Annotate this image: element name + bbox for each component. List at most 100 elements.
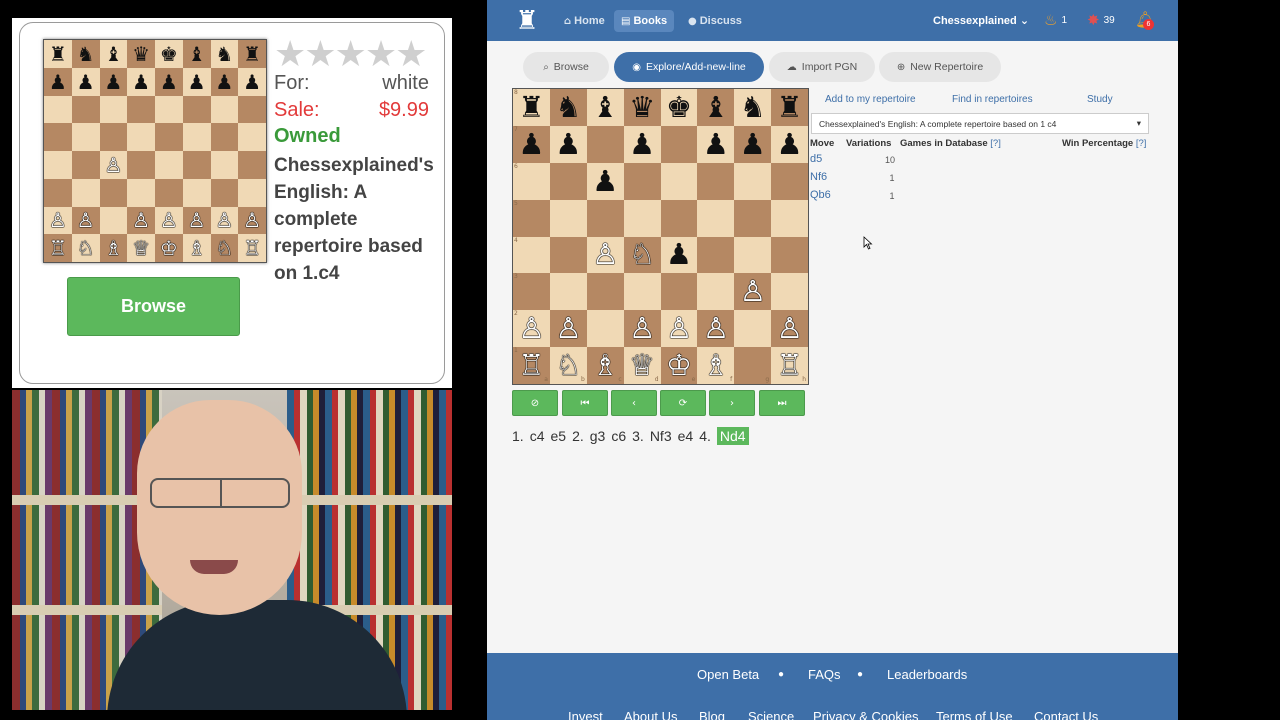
chess-piece-icon[interactable]: ♝ [703, 92, 729, 122]
board-square[interactable] [549, 199, 587, 237]
board-square[interactable] [660, 125, 698, 163]
board-square[interactable]: ♚ [660, 89, 698, 126]
board-square[interactable] [586, 199, 624, 237]
nav-home[interactable]: ⌂ Home [557, 10, 612, 32]
prev-move-button[interactable]: ‹ [611, 390, 657, 416]
footer-contact[interactable]: Contact Us [1034, 709, 1098, 720]
board-square[interactable]: ♙ 2 [513, 310, 550, 348]
games-help-link[interactable]: [?] [990, 138, 1001, 149]
footer-leaderboards[interactable]: Leaderboards [887, 667, 967, 682]
board-square[interactable] [586, 125, 624, 163]
chess-piece-icon[interactable]: ♙ [777, 314, 803, 343]
board-square[interactable]: ♙ [771, 310, 808, 348]
add-to-repertoire-link[interactable]: Add to my repertoire [825, 94, 916, 105]
chess-piece-icon[interactable]: ♝ [592, 92, 618, 122]
repertoire-select[interactable]: Chessexplained's English: A complete rep… [811, 113, 1149, 134]
board-square[interactable] [623, 273, 661, 311]
footer-faqs[interactable]: FAQs [808, 667, 841, 682]
board-square[interactable] [549, 236, 587, 274]
board-square[interactable]: ♕ d [623, 347, 661, 384]
board-square[interactable]: ♟ [734, 125, 772, 163]
footer-science[interactable]: Science [748, 709, 794, 720]
chess-piece-icon[interactable]: ♖ [777, 351, 803, 380]
candidate-move[interactable]: d5 [810, 153, 822, 165]
chess-piece-icon[interactable]: ♞ [740, 92, 766, 122]
chess-piece-icon[interactable]: ♖ [518, 351, 544, 380]
move-item[interactable]: c4 [530, 428, 545, 444]
board-square[interactable]: ♙ [549, 310, 587, 348]
tab-browse[interactable]: ⌕ Browse [523, 52, 609, 82]
board-square[interactable]: ♘ b [549, 347, 587, 384]
move-item[interactable]: e4 [678, 428, 694, 444]
board-square[interactable] [549, 162, 587, 200]
board-square[interactable]: ♛ [623, 89, 661, 126]
board-square[interactable] [697, 273, 735, 311]
board-square[interactable]: ♝ [586, 89, 624, 126]
chess-piece-icon[interactable]: ♜ [777, 92, 803, 122]
board-square[interactable] [697, 236, 735, 274]
win-help-link[interactable]: [?] [1136, 138, 1147, 149]
board-square[interactable] [734, 199, 772, 237]
board-square[interactable] [623, 199, 661, 237]
stat-gems[interactable]: ✸ 39 [1087, 11, 1115, 29]
chess-piece-icon[interactable]: ♙ [703, 314, 729, 343]
chess-piece-icon[interactable]: ♙ [666, 314, 692, 343]
board-square[interactable]: ♖ h [771, 347, 808, 384]
board-square[interactable]: 3 [513, 273, 550, 311]
board-square[interactable]: ♟ [771, 125, 808, 163]
chess-piece-icon[interactable]: ♟ [703, 129, 729, 159]
first-move-button[interactable]: ⏮ [562, 390, 608, 416]
chess-piece-icon[interactable]: ♟ [555, 129, 581, 159]
move-item[interactable]: Nf3 [650, 428, 672, 444]
nav-books[interactable]: ▤ Books [614, 10, 675, 32]
chess-piece-icon[interactable]: ♙ [592, 240, 618, 269]
footer-blog[interactable]: Blog [699, 709, 725, 720]
footer-privacy[interactable]: Privacy & Cookies [813, 709, 918, 720]
board-square[interactable]: ♗ f [697, 347, 735, 384]
board-square[interactable]: ♔ e [660, 347, 698, 384]
chess-piece-icon[interactable]: ♘ [629, 240, 655, 269]
board-square[interactable]: ♟ [623, 125, 661, 163]
board-square[interactable]: ♗ c [586, 347, 624, 384]
chess-piece-icon[interactable]: ♟ [629, 129, 655, 159]
board-square[interactable] [697, 162, 735, 200]
study-link[interactable]: Study [1087, 94, 1113, 105]
board-square[interactable]: ♙ [586, 236, 624, 274]
board-square[interactable]: ♖ 1 a [513, 347, 550, 384]
board-square[interactable]: ♙ [660, 310, 698, 348]
board-square[interactable]: ♙ [623, 310, 661, 348]
board-square[interactable]: ♟ [660, 236, 698, 274]
board-square[interactable] [549, 273, 587, 311]
chess-piece-icon[interactable]: ♜ [518, 92, 544, 122]
board-square[interactable]: ♟ [549, 125, 587, 163]
nav-discuss[interactable]: ● Discuss [681, 10, 749, 32]
footer-open-beta[interactable]: Open Beta [697, 667, 759, 682]
current-move[interactable]: Nd4 [716, 427, 749, 445]
next-move-button[interactable]: › [709, 390, 755, 416]
chess-piece-icon[interactable]: ♙ [740, 277, 766, 306]
find-in-repertoires-link[interactable]: Find in repertoires [952, 94, 1033, 105]
move-item[interactable]: e5 [550, 428, 566, 444]
board-square[interactable] [660, 162, 698, 200]
chess-piece-icon[interactable]: ♚ [666, 92, 692, 122]
footer-invest[interactable]: Invest [568, 709, 603, 720]
footer-terms[interactable]: Terms of Use [936, 709, 1013, 720]
board-square[interactable] [771, 162, 808, 200]
rating-stars[interactable]: ★★★★★ [274, 34, 427, 75]
board-square[interactable]: ♝ [697, 89, 735, 126]
chess-piece-icon[interactable]: ♟ [777, 129, 803, 159]
flip-board-button[interactable]: ⟳ [660, 390, 706, 416]
chess-piece-icon[interactable]: ♕ [629, 351, 655, 380]
board-square[interactable]: ♟ [697, 125, 735, 163]
browse-book-button[interactable]: Browse [67, 277, 240, 336]
chess-piece-icon[interactable]: ♗ [592, 351, 618, 380]
chess-piece-icon[interactable]: ♟ [592, 166, 618, 196]
chess-piece-icon[interactable]: ♔ [666, 351, 692, 380]
board-square[interactable]: g [734, 347, 772, 384]
board-square[interactable] [697, 199, 735, 237]
board-square[interactable]: 4 [513, 236, 550, 274]
board-square[interactable]: ♙ [697, 310, 735, 348]
chess-piece-icon[interactable]: ♙ [629, 314, 655, 343]
chess-piece-icon[interactable]: ♙ [555, 314, 581, 343]
board-square[interactable]: ♞ [549, 89, 587, 126]
